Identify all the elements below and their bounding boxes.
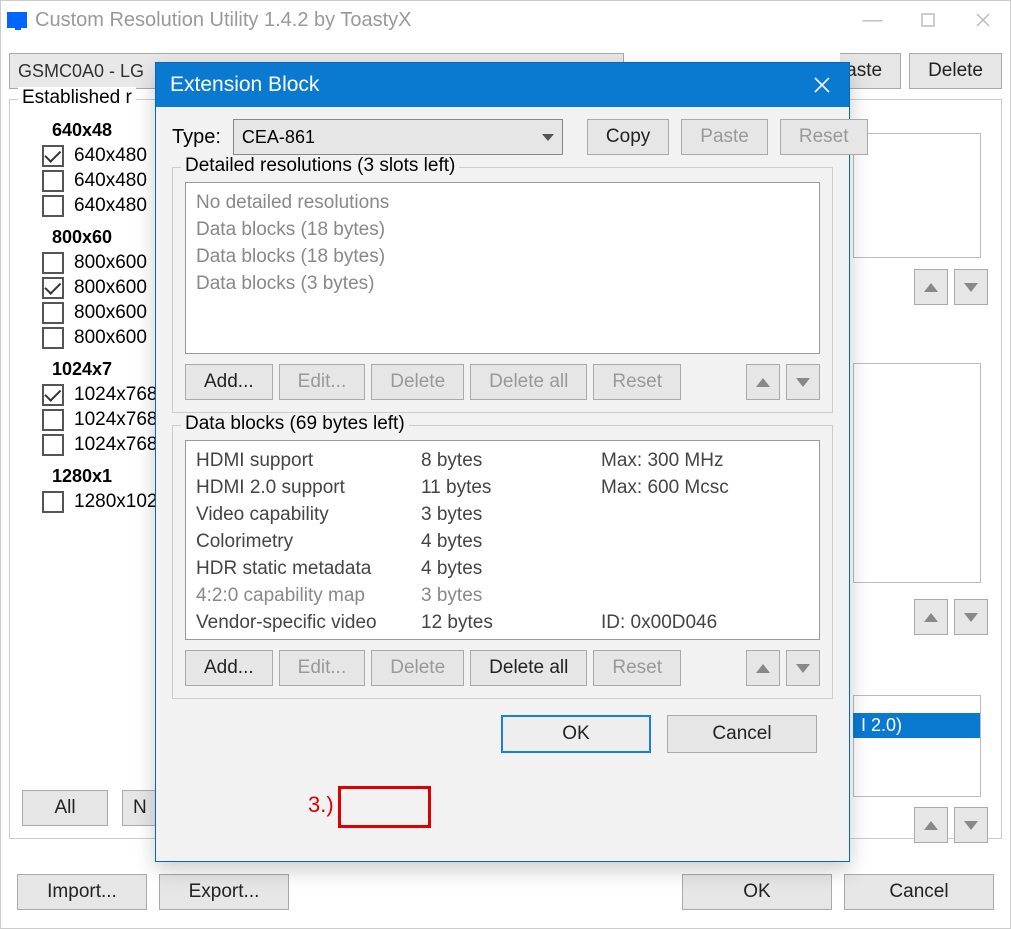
datablocks-legend: Data blocks (69 bytes left) (181, 413, 409, 435)
titlebar: Custom Resolution Utility 1.4.2 by Toast… (1, 1, 1010, 39)
detailed-resolutions-group: Detailed resolutions (3 slots left) No d… (172, 167, 833, 413)
checkbox-icon[interactable] (42, 252, 64, 274)
checkbox-icon[interactable] (42, 409, 64, 431)
move-down-3[interactable] (954, 807, 988, 843)
move-up-1[interactable] (914, 269, 948, 305)
paste-button[interactable]: Paste (681, 119, 768, 155)
datablock-item[interactable]: HDMI 2.0 support11 bytesMax: 600 Mcsc (196, 474, 809, 501)
move-up-2[interactable] (914, 599, 948, 635)
detailed-item[interactable]: Data blocks (18 bytes) (196, 216, 809, 243)
resolution-label: 800x600 (74, 252, 147, 274)
resolution-label: 800x600 (74, 327, 147, 349)
detailed-item[interactable]: No detailed resolutions (196, 189, 809, 216)
detailed-deleteall-button[interactable]: Delete all (470, 364, 587, 400)
checkbox-icon[interactable] (42, 145, 64, 167)
right-listbox-3[interactable] (853, 695, 981, 797)
datablocks-move-up[interactable] (746, 650, 780, 686)
checkbox-icon[interactable] (42, 170, 64, 192)
checkbox-icon[interactable] (42, 491, 64, 513)
resolution-label: 640x480 (74, 170, 147, 192)
type-label: Type: (172, 126, 221, 149)
group-legend: Established r (18, 87, 136, 109)
datablocks-deleteall-button[interactable]: Delete all (470, 650, 587, 686)
checkbox-icon[interactable] (42, 434, 64, 456)
resolution-label: 1024x768 (74, 384, 157, 406)
resolution-label: 640x480 (74, 195, 147, 217)
export-button[interactable]: Export... (159, 874, 289, 910)
datablock-item[interactable]: HDR static metadata4 bytes (196, 555, 809, 582)
detailed-item[interactable]: Data blocks (3 bytes) (196, 270, 809, 297)
detailed-listbox[interactable]: No detailed resolutionsData blocks (18 b… (185, 182, 820, 354)
checkbox-icon[interactable] (42, 327, 64, 349)
datablocks-delete-button[interactable]: Delete (371, 650, 464, 686)
type-value: CEA-861 (242, 127, 315, 148)
datablocks-reset-button[interactable]: Reset (593, 650, 681, 686)
resolution-label: 1024x768 (74, 409, 157, 431)
dialog-close-button[interactable] (795, 63, 849, 107)
dialog-titlebar: Extension Block (156, 63, 849, 107)
detailed-reset-button[interactable]: Reset (593, 364, 681, 400)
dialog-title: Extension Block (170, 73, 319, 97)
datablock-item[interactable]: 4:2:0 capability map3 bytes (196, 582, 809, 609)
detailed-edit-button[interactable]: Edit... (279, 364, 366, 400)
resolution-label: 800x600 (74, 302, 147, 324)
extension-block-dialog: Extension Block Type: CEA-861 Copy Paste… (155, 62, 850, 862)
main-cancel-button[interactable]: Cancel (844, 874, 994, 910)
copy-button[interactable]: Copy (587, 119, 669, 155)
app-icon (7, 12, 27, 28)
close-button[interactable] (955, 1, 1010, 39)
detailed-legend: Detailed resolutions (3 slots left) (181, 155, 459, 177)
checkbox-icon[interactable] (42, 277, 64, 299)
chevron-down-icon (542, 134, 554, 141)
reset-button[interactable]: Reset (780, 119, 868, 155)
checkbox-icon[interactable] (42, 302, 64, 324)
dialog-cancel-button[interactable]: Cancel (667, 715, 817, 753)
import-button[interactable]: Import... (17, 874, 147, 910)
detailed-move-up[interactable] (746, 364, 780, 400)
resolution-label: 1280x102 (74, 491, 157, 513)
checkbox-icon[interactable] (42, 195, 64, 217)
detailed-item[interactable]: Data blocks (18 bytes) (196, 243, 809, 270)
datablocks-listbox[interactable]: HDMI support8 bytesMax: 300 MHzHDMI 2.0 … (185, 440, 820, 640)
selected-extension-item[interactable]: I 2.0) (853, 713, 980, 738)
main-ok-button[interactable]: OK (682, 874, 832, 910)
datablocks-move-down[interactable] (786, 650, 820, 686)
data-blocks-group: Data blocks (69 bytes left) HDMI support… (172, 425, 833, 699)
bottom-bar: Import... Export... OK Cancel (17, 874, 994, 910)
delete-display-button[interactable]: Delete (909, 53, 1002, 89)
checkbox-icon[interactable] (42, 384, 64, 406)
resolution-label: 1024x768 (74, 434, 157, 456)
right-listbox-1[interactable] (853, 133, 981, 258)
all-button[interactable]: All (22, 790, 108, 826)
type-combo[interactable]: CEA-861 (233, 119, 563, 155)
detailed-delete-button[interactable]: Delete (371, 364, 464, 400)
annotation-step: 3.) (308, 792, 334, 818)
window-title: Custom Resolution Utility 1.4.2 by Toast… (35, 9, 411, 32)
resolution-label: 640x480 (74, 145, 147, 167)
annotation-highlight (338, 786, 431, 828)
detailed-move-down[interactable] (786, 364, 820, 400)
resolution-label: 800x600 (74, 277, 147, 299)
move-down-2[interactable] (954, 599, 988, 635)
detailed-add-button[interactable]: Add... (185, 364, 273, 400)
datablocks-edit-button[interactable]: Edit... (279, 650, 366, 686)
datablock-item[interactable]: Colorimetry4 bytes (196, 528, 809, 555)
move-down-1[interactable] (954, 269, 988, 305)
maximize-button[interactable] (900, 1, 955, 39)
minimize-button[interactable]: — (845, 1, 900, 39)
datablock-item[interactable]: Video capability3 bytes (196, 501, 809, 528)
datablock-item[interactable]: HDMI support8 bytesMax: 300 MHz (196, 447, 809, 474)
dialog-ok-button[interactable]: OK (501, 715, 651, 753)
right-listbox-2[interactable] (853, 363, 981, 583)
datablocks-add-button[interactable]: Add... (185, 650, 273, 686)
move-up-3[interactable] (914, 807, 948, 843)
datablock-item[interactable]: Vendor-specific video12 bytesID: 0x00D04… (196, 609, 809, 636)
